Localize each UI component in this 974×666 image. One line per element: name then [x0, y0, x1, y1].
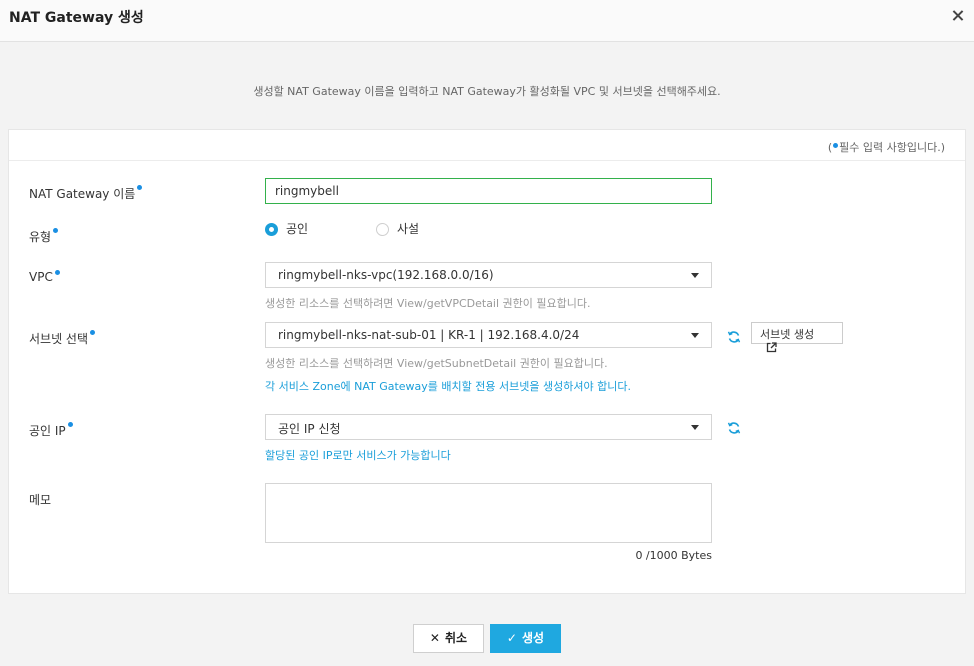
- dialog-description: 생성할 NAT Gateway 이름을 입력하고 NAT Gateway가 활성…: [253, 85, 721, 98]
- name-label-text: NAT Gateway 이름: [29, 187, 136, 201]
- required-dot-icon: [137, 185, 143, 190]
- panel-divider: [9, 160, 965, 161]
- public-ip-select[interactable]: 공인 IP 신청: [265, 414, 712, 440]
- subnet-hint: 생성한 리소스를 선택하려면 View/getSubnetDetail 권한이 …: [265, 357, 608, 370]
- create-subnet-label: 서브넷 생성: [760, 328, 815, 341]
- required-dot-icon: [54, 270, 60, 275]
- external-link-icon: [766, 342, 777, 356]
- name-label: NAT Gateway 이름: [29, 185, 143, 202]
- type-label: 유형: [29, 228, 59, 245]
- subnet-refresh-icon[interactable]: [727, 329, 741, 343]
- vpc-label: VPC: [29, 270, 60, 284]
- type-radio-private[interactable]: 사설: [376, 220, 419, 237]
- memo-label: 메모: [29, 493, 52, 507]
- required-note: ( 필수 입력 사항입니다.): [828, 139, 945, 155]
- required-dot-icon: [53, 228, 59, 233]
- vpc-label-text: VPC: [29, 270, 53, 284]
- required-note-prefix: (: [827, 141, 833, 154]
- type-option-private-label: 사설: [397, 222, 420, 236]
- subnet-select-value: ringmybell-nks-nat-sub-01 | KR-1 | 192.1…: [278, 328, 580, 342]
- radio-unchecked-icon: [376, 223, 389, 236]
- public-ip-select-value: 공인 IP 신청: [278, 422, 341, 436]
- type-radio-public[interactable]: 공인: [265, 220, 308, 237]
- radio-checked-icon: [265, 223, 278, 236]
- cancel-button[interactable]: ✕ 취소: [413, 624, 484, 653]
- subnet-label-text: 서브넷 선택: [29, 332, 89, 346]
- required-dot-icon: [833, 143, 839, 148]
- dialog-header: NAT Gateway 생성: [0, 0, 974, 42]
- dialog-title: NAT Gateway 생성: [9, 10, 144, 26]
- caret-down-icon: [691, 273, 699, 278]
- subnet-notice: 각 서비스 Zone에 NAT Gateway를 배치할 전용 서브넷을 생성하…: [265, 380, 631, 393]
- subnet-select[interactable]: ringmybell-nks-nat-sub-01 | KR-1 | 192.1…: [265, 322, 712, 348]
- memo-byte-counter: 0 /1000 Bytes: [635, 549, 712, 562]
- create-label: 생성: [521, 631, 545, 645]
- public-ip-notice: 할당된 공인 IP로만 서비스가 가능합니다: [265, 449, 451, 462]
- cancel-label: 취소: [444, 631, 468, 645]
- vpc-hint: 생성한 리소스를 선택하려면 View/getVPCDetail 권한이 필요합…: [265, 297, 591, 310]
- create-button[interactable]: ✓ 생성: [490, 624, 561, 653]
- public-ip-label-text: 공인 IP: [29, 424, 66, 438]
- form-panel: ( 필수 입력 사항입니다.) NAT Gateway 이름 ringmybell…: [8, 129, 966, 594]
- caret-down-icon: [691, 425, 699, 430]
- caret-down-icon: [691, 333, 699, 338]
- public-ip-refresh-icon[interactable]: [727, 420, 741, 434]
- public-ip-label: 공인 IP: [29, 422, 73, 439]
- vpc-select-value: ringmybell-nks-vpc(192.168.0.0/16): [278, 268, 494, 282]
- check-icon: ✓: [506, 631, 517, 645]
- name-input[interactable]: ringmybell: [265, 178, 712, 204]
- vpc-select[interactable]: ringmybell-nks-vpc(192.168.0.0/16): [265, 262, 712, 288]
- subnet-label: 서브넷 선택: [29, 330, 96, 347]
- type-option-public-label: 공인: [286, 222, 309, 236]
- required-dot-icon: [90, 330, 96, 335]
- close-icon: ✕: [429, 631, 440, 645]
- create-subnet-button[interactable]: 서브넷 생성: [751, 322, 843, 353]
- type-label-text: 유형: [29, 230, 52, 244]
- memo-textarea[interactable]: [265, 483, 712, 543]
- close-icon[interactable]: [951, 9, 965, 23]
- required-note-text: 필수 입력 사항입니다.): [839, 141, 945, 154]
- required-dot-icon: [67, 422, 73, 427]
